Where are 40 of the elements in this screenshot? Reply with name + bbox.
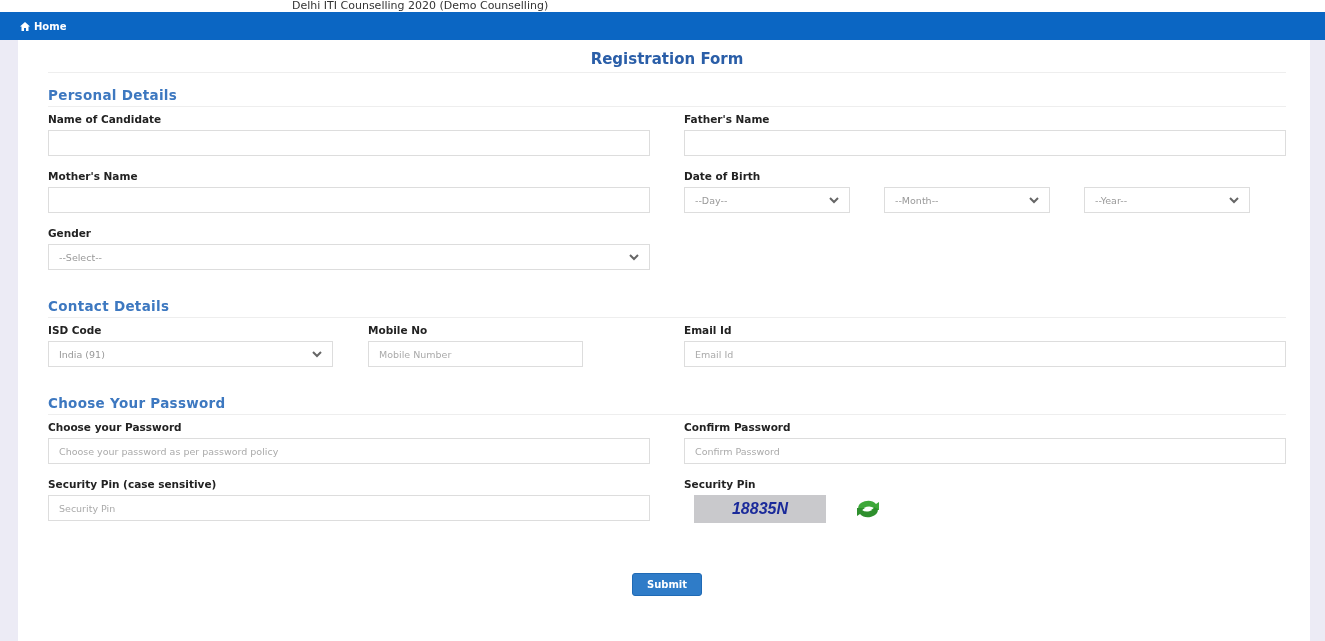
field-label: Mobile No [368, 324, 429, 336]
select-dropdown[interactable]: --Month-- [884, 187, 1050, 213]
field-label: Email Id [684, 324, 733, 336]
text-input[interactable] [48, 187, 650, 213]
text-input[interactable]: Security Pin [48, 495, 650, 521]
text-input[interactable]: Email Id [684, 341, 1286, 367]
field-label: Confirm Password [684, 421, 792, 433]
select-dropdown[interactable]: --Year-- [1084, 187, 1250, 213]
captcha-image: 18835N [694, 495, 826, 523]
section-heading: Personal Details [48, 73, 1286, 107]
field-label: Security Pin (case sensitive) [48, 478, 218, 490]
home-link[interactable]: Home [20, 20, 67, 32]
chevron-down-icon [1029, 196, 1039, 204]
field-label: Date of Birth [684, 170, 762, 182]
field-label: Security Pin [684, 478, 757, 490]
chevron-down-icon [829, 196, 839, 204]
field-label: Name of Candidate [48, 113, 163, 125]
field-label: ISD Code [48, 324, 103, 336]
text-input[interactable] [684, 130, 1286, 156]
form-title: Registration Form [48, 50, 1286, 73]
field-label: Choose your Password [48, 421, 183, 433]
page-title: Delhi ITI Counselling 2020 (Demo Counselling) [292, 0, 550, 12]
text-input[interactable] [48, 130, 650, 156]
section-heading: Contact Details [48, 284, 1286, 318]
refresh-icon[interactable] [854, 498, 882, 520]
submit-button[interactable]: Submit [631, 573, 703, 596]
select-dropdown[interactable]: --Day-- [684, 187, 850, 213]
field-label: Father's Name [684, 113, 771, 125]
text-input[interactable]: Mobile Number [368, 341, 583, 367]
text-input[interactable]: Choose your password as per password policy [48, 438, 650, 464]
chevron-down-icon [629, 253, 639, 261]
section-heading: Choose Your Password [48, 381, 1286, 415]
home-icon [20, 21, 30, 31]
select-dropdown[interactable]: India (91) [48, 341, 333, 367]
field-label: Gender [48, 227, 93, 239]
chevron-down-icon [312, 350, 322, 358]
text-input[interactable]: Confirm Password [684, 438, 1286, 464]
select-dropdown[interactable]: --Select-- [48, 244, 650, 270]
chevron-down-icon [1229, 196, 1239, 204]
field-label: Mother's Name [48, 170, 139, 182]
